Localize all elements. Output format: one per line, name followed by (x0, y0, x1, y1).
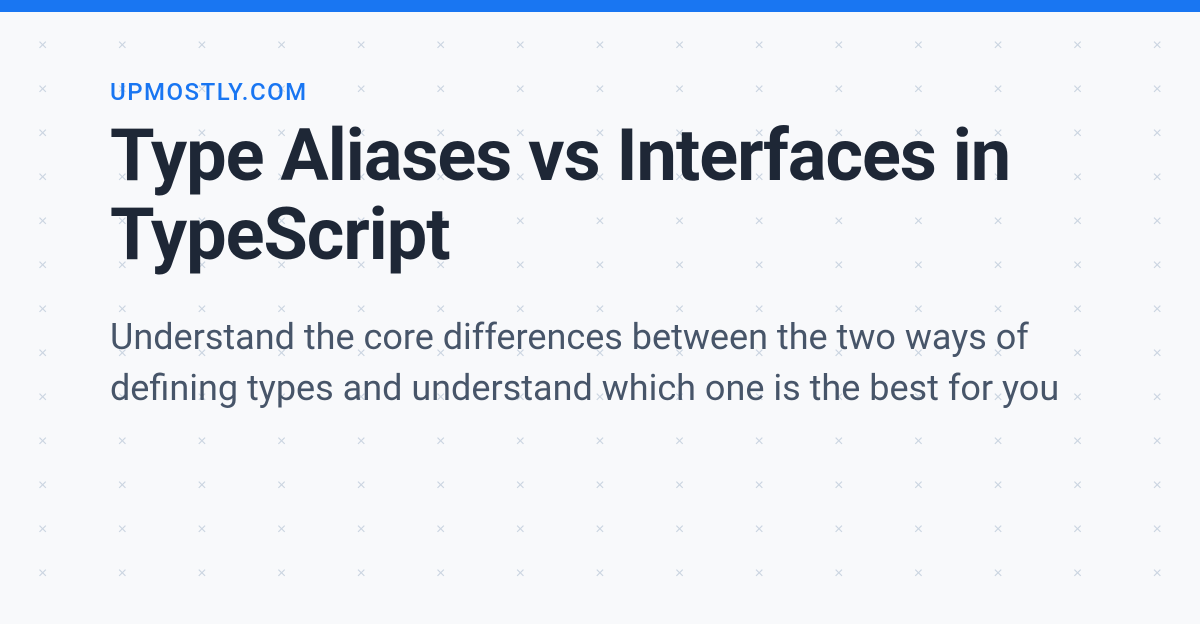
content-area: UPMOSTLY.COM Type Aliases vs Interfaces … (110, 78, 1090, 415)
accent-bar (0, 0, 1200, 12)
page-title: Type Aliases vs Interfaces in TypeScript (110, 116, 1090, 274)
page-description: Understand the core differences between … (110, 312, 1090, 414)
site-name: UPMOSTLY.COM (110, 78, 1090, 106)
